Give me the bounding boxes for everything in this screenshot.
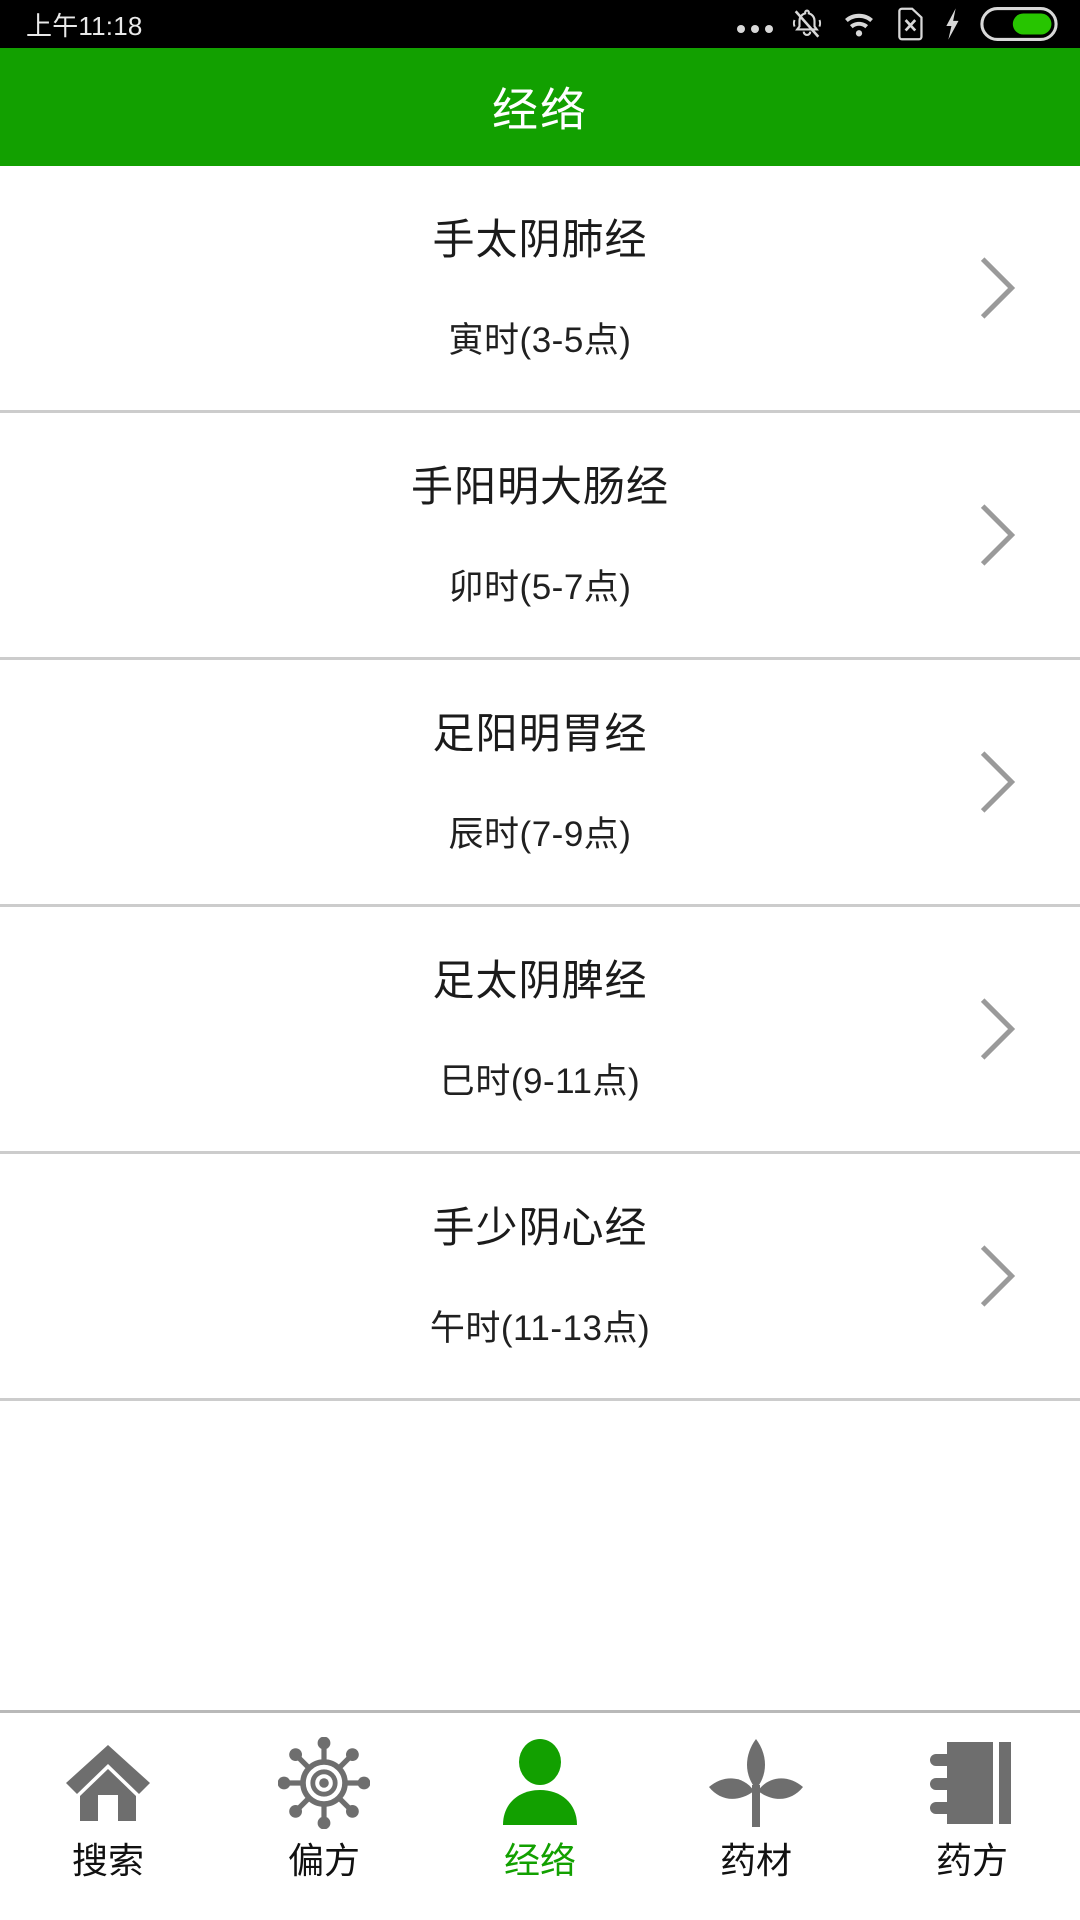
tab-label: 搜索 <box>71 1840 144 1881</box>
tab-label: 经络 <box>503 1840 576 1881</box>
status-bar: 上午11:18 <box>0 0 1080 48</box>
meridian-list: 手太阴肺经 寅时(3-5点) 手阳明大肠经 卯时(5-7点) 足阳明胃经 辰时(… <box>0 166 1080 1710</box>
battery-icon <box>980 7 1058 41</box>
list-item-subtitle: 午时(11-13点) <box>429 1308 651 1348</box>
app-header: 经络 <box>0 48 1080 166</box>
virus-icon <box>278 1735 370 1831</box>
tab-label: 药材 <box>719 1840 792 1881</box>
list-item[interactable]: 足太阴脾经 巳时(9-11点) <box>0 907 1080 1154</box>
wifi-icon <box>841 9 877 39</box>
list-item-title: 足太阴脾经 <box>432 956 648 1004</box>
tab-label: 偏方 <box>287 1840 360 1881</box>
tab-label: 药方 <box>935 1840 1008 1881</box>
person-icon <box>499 1735 581 1831</box>
list-item-title: 足阳明胃经 <box>432 709 648 757</box>
tab-meridian[interactable]: 经络 <box>432 1735 648 1879</box>
list-item[interactable]: 足阳明胃经 辰时(7-9点) <box>0 660 1080 907</box>
tab-folk-remedy[interactable]: 偏方 <box>216 1735 432 1879</box>
list-item[interactable]: 手太阴肺经 寅时(3-5点) <box>0 166 1080 413</box>
plant-leaf-icon <box>706 1735 806 1831</box>
tab-search[interactable]: 搜索 <box>0 1735 216 1879</box>
charging-bolt-icon <box>941 7 963 41</box>
chevron-right-icon <box>978 257 1018 319</box>
chevron-right-icon <box>978 998 1018 1060</box>
list-item-subtitle: 辰时(7-9点) <box>448 814 632 854</box>
chevron-right-icon <box>978 751 1018 813</box>
list-item-subtitle: 寅时(3-5点) <box>448 320 632 360</box>
list-item[interactable]: 手少阴心经 午时(11-13点) <box>0 1154 1080 1401</box>
bell-muted-icon <box>790 7 824 41</box>
tab-prescription[interactable]: 药方 <box>864 1735 1080 1879</box>
home-icon <box>62 1735 154 1831</box>
status-bar-clock: 上午11:18 <box>26 10 143 41</box>
tab-herbs[interactable]: 药材 <box>648 1735 864 1879</box>
list-item[interactable]: 手阳明大肠经 卯时(5-7点) <box>0 413 1080 660</box>
bottom-nav: 搜索 偏方 经络 药材 药方 <box>0 1710 1080 1920</box>
chevron-right-icon <box>978 1245 1018 1307</box>
list-item-title: 手阳明大肠经 <box>410 462 669 510</box>
notebook-icon <box>929 1735 1015 1831</box>
status-bar-icons <box>737 7 1058 41</box>
no-sim-icon <box>894 7 924 41</box>
app-root: 上午11:18 经络 手太阴肺经 寅时(3-5点) 手阳明大肠经 卯时(5-7点… <box>0 0 1080 1920</box>
page-title: 经络 <box>492 84 588 136</box>
list-item-subtitle: 卯时(5-7点) <box>448 567 632 607</box>
list-item-title: 手太阴肺经 <box>432 215 648 263</box>
more-dots-icon <box>737 10 773 38</box>
list-item-title: 手少阴心经 <box>432 1203 648 1251</box>
list-item-subtitle: 巳时(9-11点) <box>439 1061 641 1101</box>
chevron-right-icon <box>978 504 1018 566</box>
